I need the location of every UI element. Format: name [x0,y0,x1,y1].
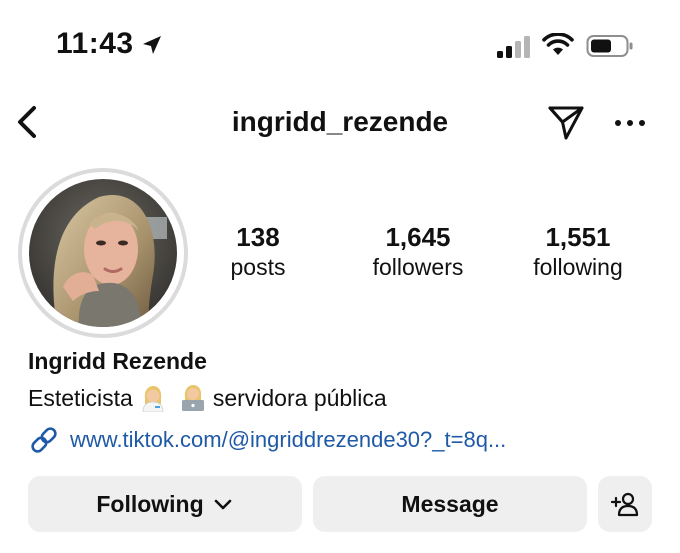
posts-stat[interactable]: 138 posts [178,222,338,282]
bio-text: Esteticista servidora pública [28,384,387,412]
profile-header: ingridd_rezende [0,90,680,154]
avatar-ring[interactable] [18,168,188,338]
status-bar: 11:43 [0,0,680,90]
followers-count: 1,645 [385,222,451,252]
clock-time: 11:43 [56,27,134,60]
woman-health-worker-emoji [142,386,164,412]
following-count: 1,551 [545,222,611,252]
following-button[interactable]: Following [28,476,302,532]
following-stat[interactable]: 1,551 following [498,222,658,282]
posts-count: 138 [236,222,280,252]
more-ellipsis-icon[interactable] [612,108,648,138]
followers-stat[interactable]: 1,645 followers [338,222,498,282]
add-user-button[interactable] [598,476,652,532]
bio-link-text[interactable]: www.tiktok.com/@ingriddrezende30?_t=8q..… [70,427,506,453]
link-chain-icon [31,427,57,453]
bio-part-1: Esteticista [28,384,133,411]
message-button[interactable]: Message [313,476,587,532]
posts-label: posts [230,254,286,280]
woman-technologist-emoji [181,385,204,411]
add-user-icon [610,492,639,517]
battery-icon [586,35,633,57]
avatar[interactable] [29,179,177,327]
chevron-down-icon [214,499,231,510]
cellular-signal-icon [497,36,530,58]
message-button-label: Message [401,490,499,517]
avatar-photo [29,179,177,327]
bio-link[interactable]: www.tiktok.com/@ingriddrezende30?_t=8q..… [28,424,506,456]
display-name: Ingridd Rezende [28,348,207,374]
wifi-icon [542,33,574,55]
bio-part-2: servidora pública [212,384,387,411]
location-arrow-icon [143,36,161,54]
send-paper-plane-icon[interactable] [546,102,586,142]
following-label: following [533,254,623,280]
followers-label: followers [372,254,464,280]
following-button-label: Following [96,490,204,517]
